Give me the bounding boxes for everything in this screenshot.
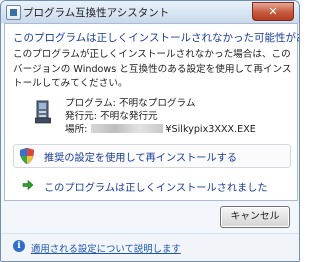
program-icon bbox=[35, 100, 51, 124]
installed-correctly-option[interactable]: このプログラムは正しくインストールされました bbox=[13, 174, 291, 198]
location-label: 場所: bbox=[65, 123, 88, 135]
help-link[interactable]: 適用される設定について説明します bbox=[31, 241, 181, 255]
green-arrow-icon bbox=[22, 179, 34, 191]
program-name: プログラム: 不明なプログラム bbox=[65, 98, 196, 109]
main-heading: このプログラムは正しくインストールされなかった可能性があります bbox=[13, 32, 299, 44]
program-location: 場所: ¥Silkypix3XXX.EXE bbox=[65, 123, 256, 137]
title-bar[interactable]: プログラム互換性アシスタント ✕ bbox=[1, 1, 299, 23]
program-compatibility-assistant-dialog: プログラム互換性アシスタント ✕ このプログラムは正しくインストールされなかった… bbox=[0, 0, 300, 262]
window-title: プログラム互換性アシスタント bbox=[23, 7, 170, 19]
description-text: このプログラムが正しくインストールされなかった場合は、このバージョンの Wind… bbox=[13, 49, 292, 89]
option-label: 推奨の設定を使用して再インストールする bbox=[44, 153, 238, 164]
program-details: プログラム: 不明なプログラム 発行元: 不明な発行元 場所: ¥Silkypix… bbox=[65, 98, 256, 136]
program-publisher: 発行元: 不明な発行元 bbox=[65, 110, 158, 122]
redacted-path bbox=[91, 123, 164, 133]
shield-icon bbox=[20, 148, 34, 164]
close-button[interactable]: ✕ bbox=[252, 2, 294, 21]
location-file: ¥Silkypix3XXX.EXE bbox=[165, 123, 256, 135]
cancel-button[interactable]: キャンセル bbox=[220, 206, 290, 228]
content-panel: このプログラムは正しくインストールされなかった可能性があります このプログラムが… bbox=[4, 23, 299, 201]
info-icon: i bbox=[13, 240, 25, 252]
reinstall-recommended-option[interactable]: 推奨の設定を使用して再インストールする bbox=[13, 144, 291, 168]
option-label: このプログラムは正しくインストールされました bbox=[44, 183, 268, 194]
footer-bar: i 適用される設定について説明します bbox=[1, 233, 299, 261]
window-icon bbox=[6, 5, 21, 20]
